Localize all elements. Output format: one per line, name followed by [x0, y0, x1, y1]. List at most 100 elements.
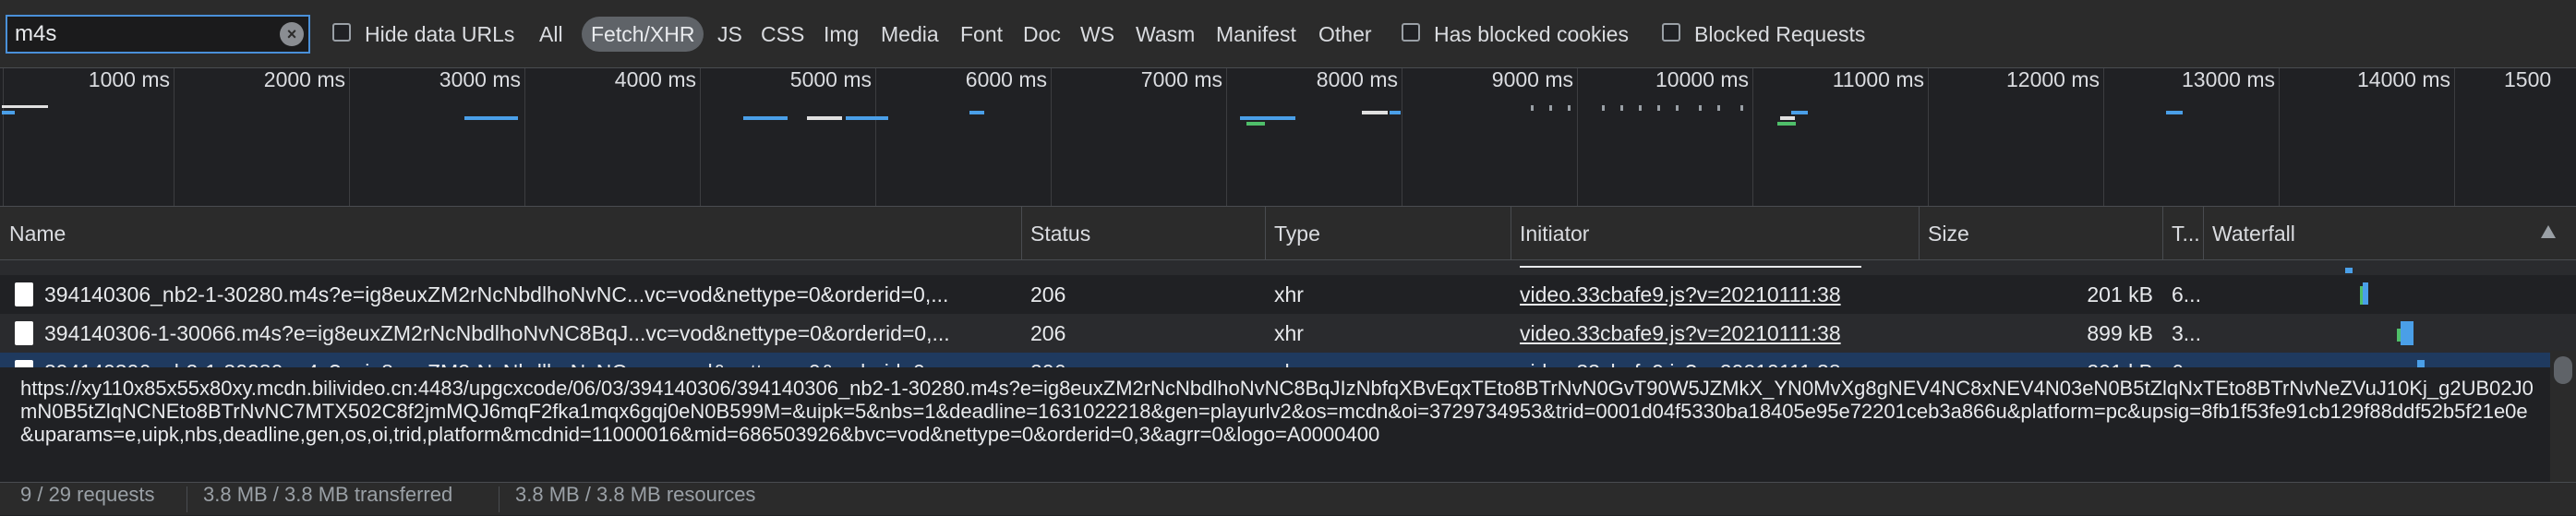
initiator-link[interactable]: video.33cbafe9.js?v=20210111:38 — [1520, 282, 1841, 306]
overview-request-tick — [1602, 105, 1605, 111]
filter-type-css[interactable]: CSS — [761, 20, 804, 48]
column-header-time[interactable]: T... — [2162, 207, 2203, 260]
filter-type-font[interactable]: Font — [960, 20, 1003, 48]
request-status: 206 — [1030, 282, 1066, 306]
request-initiator[interactable]: video.33cbafe9.js?v=20210111:38 — [1511, 275, 1919, 314]
tick-label: 1500 — [2504, 68, 2552, 91]
filter-type-ws[interactable]: WS — [1080, 20, 1114, 48]
overview-request-tick — [1531, 105, 1534, 111]
status-requests: 9 / 29 requests — [20, 483, 155, 506]
overview-request-bar — [969, 111, 984, 114]
tick-label: 1000 ms — [88, 68, 170, 91]
waterfall-bar — [2363, 282, 2368, 305]
tick-line — [700, 68, 701, 206]
status-resources: 3.8 MB / 3.8 MB resources — [515, 483, 756, 506]
overview-request-tick — [1717, 105, 1720, 111]
filter-search-input[interactable]: m4s — [6, 15, 310, 54]
overview-request-bar — [846, 116, 888, 120]
has-blocked-cookies-label: Has blocked cookies — [1434, 22, 1629, 46]
tick-label: 2000 ms — [263, 68, 345, 91]
tick-label: 9000 ms — [1491, 68, 1573, 91]
overview-request-bar — [743, 116, 788, 120]
column-header-initiator[interactable]: Initiator — [1511, 207, 1919, 260]
overview-request-bar — [2, 105, 48, 108]
request-initiator[interactable]: video.33cbafe9.js?v=20210111:38 — [1511, 314, 1919, 353]
status-bar: 9 / 29 requests 3.8 MB / 3.8 MB transfer… — [0, 482, 2576, 515]
initiator-link-underline — [1520, 266, 1861, 268]
overview-request-tick — [1676, 105, 1679, 111]
request-size: 899 kB — [2087, 321, 2153, 345]
overview-request-bar — [1240, 116, 1295, 120]
request-list: 394140306_nb2-1-30280.m4s?e=ig8euxZM2rNc… — [0, 260, 2576, 369]
overview-request-bar — [2, 111, 15, 114]
initiator-link[interactable]: video.33cbafe9.js?v=20210111:38 — [1520, 321, 1841, 345]
sort-ascending-icon[interactable] — [2541, 225, 2556, 238]
filter-type-fetch-xhr[interactable]: Fetch/XHR — [582, 17, 704, 52]
request-type: xhr — [1274, 321, 1304, 345]
overview-request-bar — [464, 116, 518, 120]
tick-line — [1051, 68, 1052, 206]
table-row[interactable]: 394140306-1-30066.m4s?e=ig8euxZM2rNcNbdl… — [0, 314, 2576, 353]
tick-label: 7000 ms — [1140, 68, 1222, 91]
filter-type-wasm[interactable]: Wasm — [1136, 20, 1195, 48]
overview-request-tick — [1568, 105, 1571, 111]
timeline-overview[interactable]: 1000 ms 2000 ms 3000 ms 4000 ms 5000 ms … — [0, 68, 2576, 207]
clear-search-icon[interactable]: × — [280, 22, 304, 46]
waterfall-bar — [2401, 321, 2413, 345]
blocked-requests-checkbox[interactable] — [1662, 23, 1680, 42]
status-divider — [499, 486, 500, 512]
column-header-name[interactable]: Name — [0, 207, 1021, 260]
request-time: 6... — [2172, 282, 2201, 306]
filter-type-all[interactable]: All — [539, 20, 563, 48]
tick-line — [524, 68, 525, 206]
tick-label: 10000 ms — [1655, 68, 1749, 91]
overview-request-bar — [1780, 116, 1795, 120]
overview-request-bar — [807, 116, 842, 120]
overview-request-bar — [1777, 122, 1796, 126]
overview-request-bar — [1246, 122, 1265, 126]
filter-type-media[interactable]: Media — [881, 20, 939, 48]
table-row[interactable]: 394140306_nb2-1-30280.m4s?e=ig8euxZM2rNc… — [0, 275, 2576, 314]
tick-label: 5000 ms — [789, 68, 872, 91]
hide-data-urls-label: Hide data URLs — [365, 22, 515, 46]
filter-type-js[interactable]: JS — [717, 20, 742, 48]
tick-line — [1577, 68, 1578, 206]
column-header-status[interactable]: Status — [1021, 207, 1265, 260]
overview-request-tick — [1549, 105, 1552, 111]
scrollbar-thumb[interactable] — [2554, 356, 2572, 384]
tick-label: 4000 ms — [614, 68, 696, 91]
filter-type-other[interactable]: Other — [1318, 20, 1372, 48]
url-tooltip: https://xy110x85x55x80xy.mcdn.bilivideo.… — [0, 367, 2550, 482]
overview-request-bar — [2166, 111, 2183, 114]
filter-type-img[interactable]: Img — [824, 20, 859, 48]
filter-type-doc[interactable]: Doc — [1023, 20, 1061, 48]
tick-label: 11000 ms — [1832, 68, 1924, 91]
request-time: 3... — [2172, 321, 2201, 345]
filter-type-manifest[interactable]: Manifest — [1216, 20, 1296, 48]
overview-start-marker — [3, 68, 4, 206]
waterfall-bar — [2345, 268, 2353, 273]
tick-line — [1928, 68, 1929, 206]
request-table-header: Name Status Type Initiator Size T... Wat… — [0, 207, 2576, 260]
overview-request-bar — [1791, 111, 1808, 114]
tick-line — [2103, 68, 2104, 206]
status-transferred: 3.8 MB / 3.8 MB transferred — [203, 483, 453, 506]
overview-request-tick — [1657, 105, 1660, 111]
column-header-waterfall[interactable]: Waterfall — [2203, 207, 2535, 260]
hide-data-urls-checkbox[interactable] — [332, 23, 351, 42]
column-header-size[interactable]: Size — [1919, 207, 2162, 260]
has-blocked-cookies-checkbox[interactable] — [1402, 23, 1420, 42]
request-name: 394140306_nb2-1-30280.m4s?e=ig8euxZM2rNc… — [44, 282, 949, 306]
overview-request-tick — [1639, 105, 1642, 111]
table-row[interactable] — [0, 260, 2576, 275]
tick-line — [875, 68, 876, 206]
tick-label: 6000 ms — [965, 68, 1047, 91]
tooltip-url-text: https://xy110x85x55x80xy.mcdn.bilivideo.… — [20, 377, 2534, 446]
request-list-scrollbar[interactable] — [2550, 351, 2576, 482]
tick-label: 3000 ms — [439, 68, 521, 91]
tick-line — [349, 68, 350, 206]
column-header-type[interactable]: Type — [1265, 207, 1511, 260]
tick-line — [1752, 68, 1753, 206]
overview-request-tick — [1699, 105, 1702, 111]
filter-bar: m4s × Hide data URLs All Fetch/XHR JS CS… — [0, 0, 2576, 68]
